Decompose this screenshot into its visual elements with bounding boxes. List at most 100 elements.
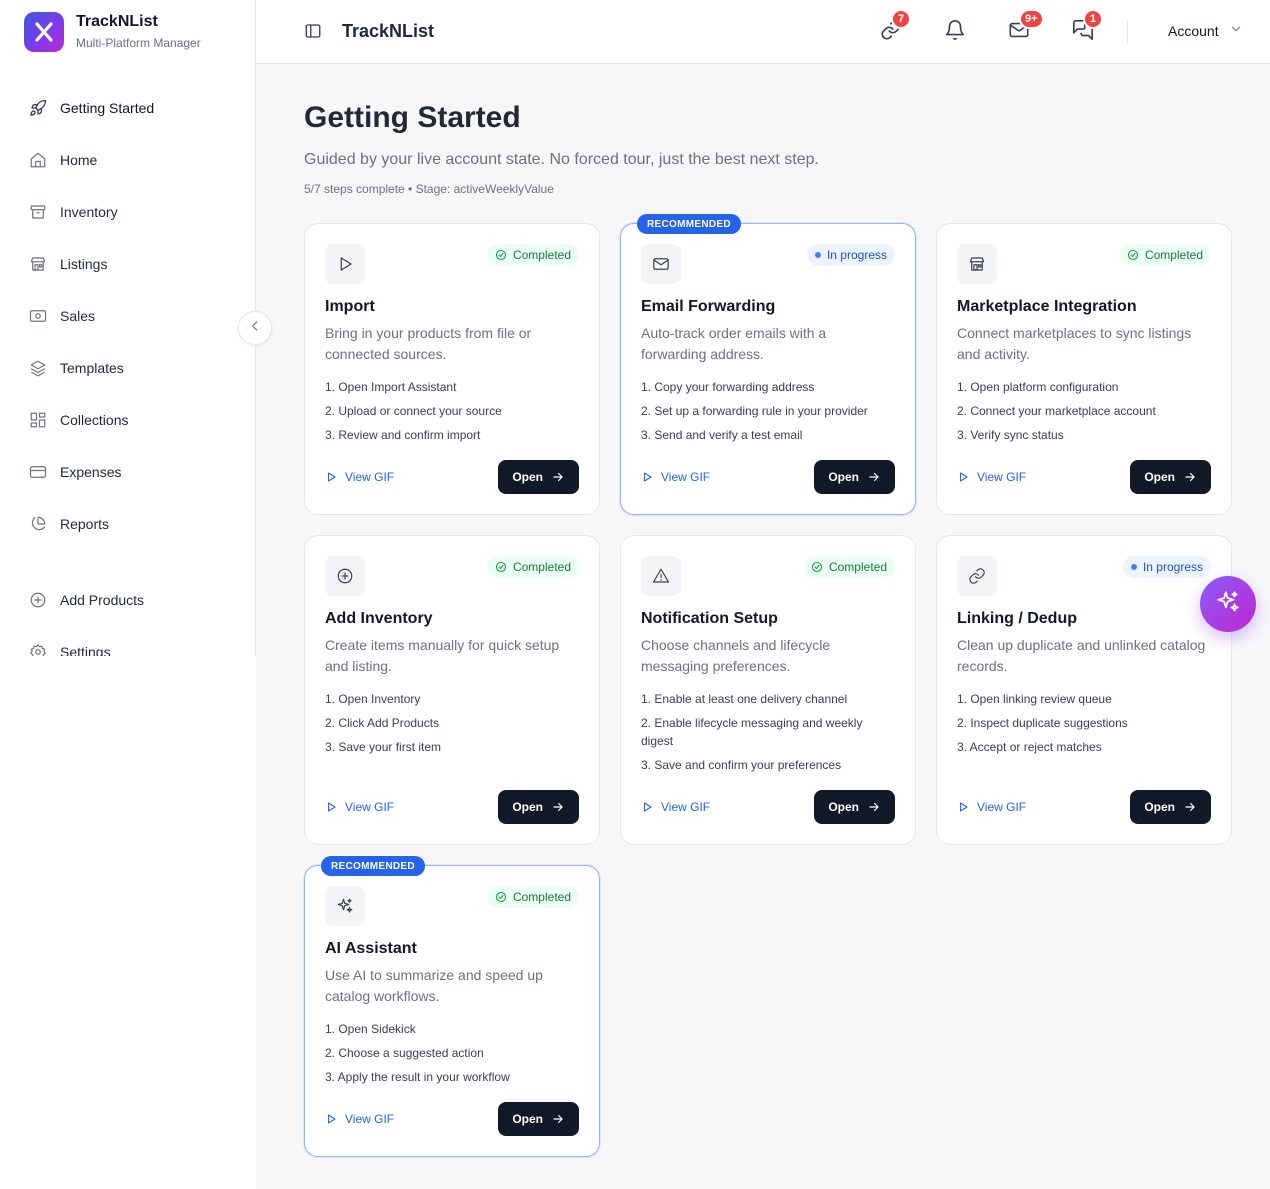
play-icon — [641, 801, 661, 813]
step-card-notification-setup: Completed Notification Setup Choose channe… — [620, 535, 916, 845]
sidebar-footer-area — [0, 656, 256, 1189]
sidebar-item-listings[interactable]: Listings — [28, 252, 107, 276]
card-description: Use AI to summarize and speed up catalog… — [325, 967, 543, 1004]
view-gif-link[interactable]: View GIF — [957, 470, 1026, 484]
account-label: Account — [1168, 22, 1219, 39]
check-circle-icon — [1127, 249, 1145, 261]
step-card-linking-dedup: In progress Linking / Dedup Clean up dupli… — [936, 535, 1232, 845]
card-title: Linking / Dedup — [957, 610, 1077, 627]
step-list: 1. Open platform configuration 2. Connect… — [957, 378, 1213, 450]
open-label: Open — [828, 800, 859, 814]
step-list: 1. Enable at least one delivery channel 2… — [641, 690, 897, 780]
card-title: Marketplace Integration — [957, 298, 1137, 315]
sidebar-item-reports[interactable]: Reports — [28, 512, 109, 536]
sidebar-item-add-products[interactable]: Add Products — [28, 588, 144, 612]
card-description: Auto-track order emails with a forwardin… — [641, 325, 827, 362]
card-description: Connect marketplaces to sync listings an… — [957, 325, 1192, 362]
links-button[interactable]: 7 — [879, 9, 911, 44]
status-label: Completed — [512, 248, 571, 262]
rocket-icon — [28, 98, 48, 118]
layers-icon — [28, 358, 48, 378]
chevron-down-icon — [1219, 22, 1243, 39]
sidebar-item-label: Getting Started — [60, 100, 155, 116]
arrow-right-icon — [543, 470, 565, 484]
sidebar-item-label: Settings — [60, 644, 111, 656]
pie-chart-icon — [28, 514, 48, 534]
account-menu[interactable]: Account — [1168, 22, 1243, 39]
open-button[interactable]: Open — [814, 460, 895, 494]
grid-icon — [28, 410, 48, 430]
open-button[interactable]: Open — [814, 790, 895, 824]
top-header: TrackNList 7 9+ 1 Account — [256, 0, 1270, 64]
messages-badge: 1 — [1083, 9, 1103, 29]
brand[interactable]: TrackNList Multi-Platform Manager — [24, 12, 201, 52]
status-badge: In progress — [806, 244, 895, 266]
step-item: 3. Apply the result in your workflow — [325, 1070, 510, 1084]
view-gif-link[interactable]: View GIF — [325, 1112, 394, 1126]
links-badge: 7 — [891, 9, 911, 29]
view-gif-link[interactable]: View GIF — [641, 800, 710, 814]
sidebar-item-sales[interactable]: Sales — [28, 304, 95, 328]
view-gif-link[interactable]: View GIF — [957, 800, 1026, 814]
view-gif-link[interactable]: View GIF — [325, 800, 394, 814]
collapse-sidebar-button[interactable] — [238, 311, 272, 345]
step-item: 3. Save and confirm your preferences — [641, 758, 842, 772]
step-item: 2. Set up a forwarding rule in your prov… — [641, 404, 868, 418]
open-label: Open — [512, 1112, 543, 1126]
notifications-button[interactable] — [943, 19, 967, 44]
arrow-right-icon — [1175, 800, 1197, 814]
recommended-tag: RECOMMENDED — [321, 856, 425, 876]
open-button[interactable]: Open — [498, 790, 579, 824]
sidebar-item-getting-started[interactable]: Getting Started — [28, 96, 154, 120]
open-button[interactable]: Open — [498, 460, 579, 494]
status-badge: In progress — [1122, 556, 1211, 578]
view-gif-link[interactable]: View GIF — [641, 470, 710, 484]
messages-button[interactable]: 1 — [1071, 9, 1103, 44]
sidebar-item-collections[interactable]: Collections — [28, 408, 128, 432]
mail-button[interactable]: 9+ — [1007, 9, 1044, 44]
step-list: 1. Open Import Assistant 2. Upload or con… — [325, 378, 581, 450]
step-list: 1. Copy your forwarding address 2. Set up… — [641, 378, 897, 450]
sidebar-item-inventory[interactable]: Inventory — [28, 200, 118, 224]
step-item: 3. Verify sync status — [957, 428, 1064, 442]
credit-card-icon — [28, 462, 48, 482]
header-title: TrackNList — [342, 21, 435, 41]
open-button[interactable]: Open — [1130, 460, 1211, 494]
sidebar-item-settings[interactable]: Settings — [28, 640, 111, 656]
sidebar-item-home[interactable]: Home — [28, 148, 97, 172]
status-badge: Completed — [486, 556, 579, 578]
view-gif-link[interactable]: View GIF — [325, 470, 394, 484]
app-subtitle: Multi-Platform Manager — [76, 36, 201, 50]
ai-assistant-fab[interactable] — [1200, 576, 1256, 632]
sidebar-item-label: Inventory — [60, 204, 118, 220]
sidebar-item-expenses[interactable]: Expenses — [28, 460, 121, 484]
sidebar-item-templates[interactable]: Templates — [28, 356, 124, 380]
card-title: Email Forwarding — [641, 298, 776, 315]
play-icon — [957, 801, 977, 813]
arrow-right-icon — [543, 1112, 565, 1126]
check-circle-icon — [495, 249, 513, 261]
open-button[interactable]: Open — [498, 1102, 579, 1136]
mail-icon — [641, 244, 681, 284]
view-gif-label: View GIF — [345, 800, 395, 814]
sidebar-item-label: Home — [60, 152, 98, 168]
open-label: Open — [512, 800, 543, 814]
check-circle-icon — [495, 891, 513, 903]
status-badge: Completed — [1118, 244, 1211, 266]
play-icon — [325, 1113, 345, 1125]
step-item: 3. Review and confirm import — [325, 428, 481, 442]
gear-icon — [28, 642, 48, 656]
app-name: TrackNList — [76, 13, 158, 30]
card-actions: View GIF Open — [957, 460, 1211, 494]
store-icon — [28, 254, 48, 274]
sidebar-item-label: Reports — [60, 516, 110, 532]
card-actions: View GIF Open — [325, 790, 579, 824]
panel-toggle-icon[interactable] — [304, 22, 324, 42]
step-item: 2. Upload or connect your source — [325, 404, 502, 418]
open-label: Open — [512, 470, 543, 484]
open-button[interactable]: Open — [1130, 790, 1211, 824]
step-item: 1. Enable at least one delivery channel — [641, 692, 848, 706]
card-title: AI Assistant — [325, 940, 417, 957]
play-icon — [325, 471, 345, 483]
card-actions: View GIF Open — [641, 790, 895, 824]
